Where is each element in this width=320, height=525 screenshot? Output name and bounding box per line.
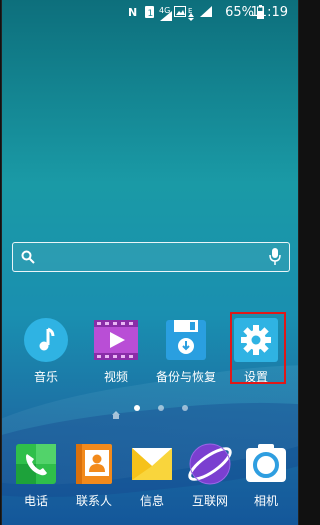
phone-icon: [14, 442, 58, 486]
app-backup-restore[interactable]: 备份与恢复: [156, 318, 216, 385]
page-indicator: [110, 403, 190, 419]
dock-camera[interactable]: 相机: [236, 442, 296, 509]
page-dot[interactable]: [182, 405, 188, 411]
app-video[interactable]: 视频: [86, 318, 146, 385]
search-bar[interactable]: [12, 242, 290, 272]
settings-highlight-box: [230, 312, 286, 384]
page-dot[interactable]: [158, 405, 164, 411]
signal-icon-1: [160, 11, 172, 25]
internet-icon: [188, 442, 232, 486]
app-label: 电话: [23, 494, 48, 508]
app-label: 相机: [253, 494, 278, 508]
sim-icon: 1: [145, 6, 154, 22]
image-icon: [174, 6, 186, 21]
app-label: 音乐: [33, 370, 58, 384]
app-music[interactable]: 音乐: [16, 318, 76, 385]
home-page-icon: [112, 404, 120, 423]
app-label: 信息: [139, 494, 164, 508]
messages-icon: [130, 442, 174, 486]
dock-contacts[interactable]: 联系人: [64, 442, 124, 509]
data-arrows-icon: [188, 11, 194, 25]
camera-icon: [244, 442, 288, 486]
nfc-icon: N: [128, 6, 138, 19]
app-label: 视频: [103, 370, 128, 384]
music-icon: [24, 318, 68, 362]
app-label: 联系人: [75, 494, 112, 508]
page-dot-active[interactable]: [134, 405, 140, 411]
home-screen: N 1 4G E 65% 11:19 音乐 视频 备份与恢复 设置 电话 联系人…: [1, 0, 299, 525]
microphone-icon[interactable]: [269, 248, 281, 269]
search-icon[interactable]: [21, 249, 35, 268]
backup-icon: [164, 318, 208, 362]
dock-phone[interactable]: 电话: [6, 442, 66, 509]
contacts-icon: [72, 442, 116, 486]
clock: 11:19: [250, 5, 288, 20]
status-bar: N 1 4G E 65% 11:19: [2, 0, 298, 26]
dock-internet[interactable]: 互联网: [180, 442, 240, 509]
signal-icon-2: [200, 6, 212, 21]
video-icon: [94, 318, 138, 362]
svg-text:1: 1: [148, 9, 154, 18]
app-label: 备份与恢复: [156, 370, 217, 384]
app-label: 互联网: [191, 494, 228, 508]
dock-messages[interactable]: 信息: [122, 442, 182, 509]
